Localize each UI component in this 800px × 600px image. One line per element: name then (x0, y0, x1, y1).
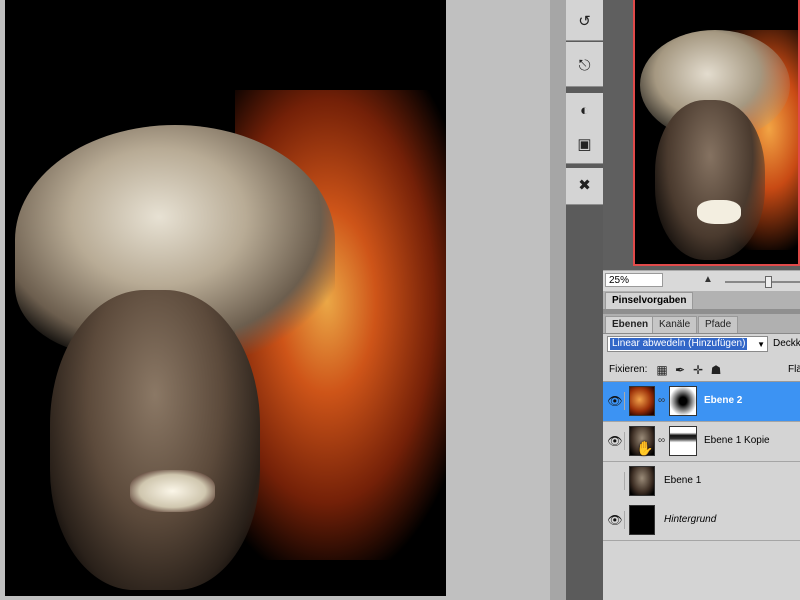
preview-face (655, 100, 765, 260)
fill-label: Flä (788, 364, 800, 375)
eye-hidden-icon[interactable]: 👁 (606, 472, 625, 490)
layer-name[interactable]: Hintergrund (664, 514, 716, 525)
layer-thumbnail (629, 386, 655, 416)
lock-position-icon[interactable]: ✛ (691, 363, 705, 377)
brush-presets-header: Pinselvorgaben (603, 291, 800, 310)
tab-layers[interactable]: Ebenen (605, 316, 656, 333)
clone-source-icon[interactable]: ⎋ (566, 48, 603, 82)
tools-preset-icon[interactable]: ✖ (566, 168, 603, 202)
layer-row-hintergrund[interactable]: 👁 Hintergrund (603, 501, 800, 541)
adjust-well: ◐ ▣ (566, 93, 603, 164)
lock-label: Fixieren: (609, 364, 648, 375)
navigator-preview[interactable] (633, 0, 800, 266)
blend-row: Linear abwedeln (Hinzufügen) ▼ Deckk (603, 333, 800, 359)
navigator-panel (603, 0, 800, 270)
blend-mode-value: Linear abwedeln (Hinzufügen) (610, 338, 748, 350)
blend-mode-select[interactable]: Linear abwedeln (Hinzufügen) ▼ (607, 336, 768, 352)
history-well: ↺ (566, 0, 603, 41)
document-image[interactable] (5, 0, 446, 596)
layer-row-ebene-1-kopie[interactable]: 👁 ✋ ∞ Ebene 1 Kopie (603, 422, 800, 462)
tab-paths[interactable]: Pfade (698, 316, 739, 333)
preview-teeth (697, 200, 741, 224)
zoom-slider-track[interactable] (725, 281, 800, 283)
document-canvas-area (0, 0, 555, 600)
adjustments-icon[interactable]: ◐ (566, 93, 603, 127)
clone-well: ⎋ (566, 42, 603, 87)
masks-icon[interactable]: ▣ (566, 127, 603, 161)
layer-row-ebene-1[interactable]: 👁 Ebene 1 (603, 462, 800, 502)
layer-name[interactable]: Ebene 2 (704, 395, 742, 406)
lock-row: Fixieren: ▦ ✒ ✛ ☗ Flä (603, 359, 800, 382)
layers-tab-bar: Ebenen Kanäle Pfade (603, 314, 800, 334)
chain-link-icon[interactable]: ∞ (658, 435, 665, 446)
lock-transparency-icon[interactable]: ▦ (655, 363, 669, 377)
opacity-label: Deckk (773, 338, 800, 349)
layer-name[interactable]: Ebene 1 (664, 475, 701, 486)
layer-thumbnail (629, 466, 655, 496)
panel-icon-strip: ↺ ⎋ ◐ ▣ ✖ (566, 0, 603, 600)
tab-brush-presets[interactable]: Pinselvorgaben (605, 292, 694, 309)
layer-row-ebene-2[interactable]: 👁 ∞ Ebene 2 (603, 382, 800, 422)
layer-thumbnail (629, 505, 655, 535)
chain-link-icon[interactable]: ∞ (658, 395, 665, 406)
zoom-input[interactable]: 25% (605, 273, 663, 287)
zoom-out-icon[interactable]: ▲ (703, 274, 713, 285)
tab-channels[interactable]: Kanäle (652, 316, 698, 333)
layer-name[interactable]: Ebene 1 Kopie (704, 435, 770, 446)
zoom-row: 25% ▲ (603, 270, 800, 292)
layer-mask-thumbnail[interactable] (669, 426, 697, 456)
lock-all-icon[interactable]: ☗ (709, 363, 723, 377)
lock-pixels-icon[interactable]: ✒ (673, 363, 687, 377)
eye-icon[interactable]: 👁 (606, 392, 625, 410)
tools-well: ✖ (566, 168, 603, 205)
zoom-slider-handle[interactable] (765, 276, 772, 288)
teeth-area (130, 470, 215, 512)
eye-icon[interactable]: 👁 (606, 511, 625, 529)
history-icon[interactable]: ↺ (566, 4, 603, 38)
hand-cursor-icon: ✋ (636, 440, 654, 456)
face-area (50, 290, 260, 590)
canvas-border (550, 0, 566, 600)
layer-mask-thumbnail[interactable] (669, 386, 697, 416)
chevron-down-icon: ▼ (757, 340, 765, 349)
right-panels: 25% ▲ Pinselvorgaben Ebenen Kanäle Pfade… (603, 0, 800, 600)
eye-icon[interactable]: 👁 (606, 432, 625, 450)
